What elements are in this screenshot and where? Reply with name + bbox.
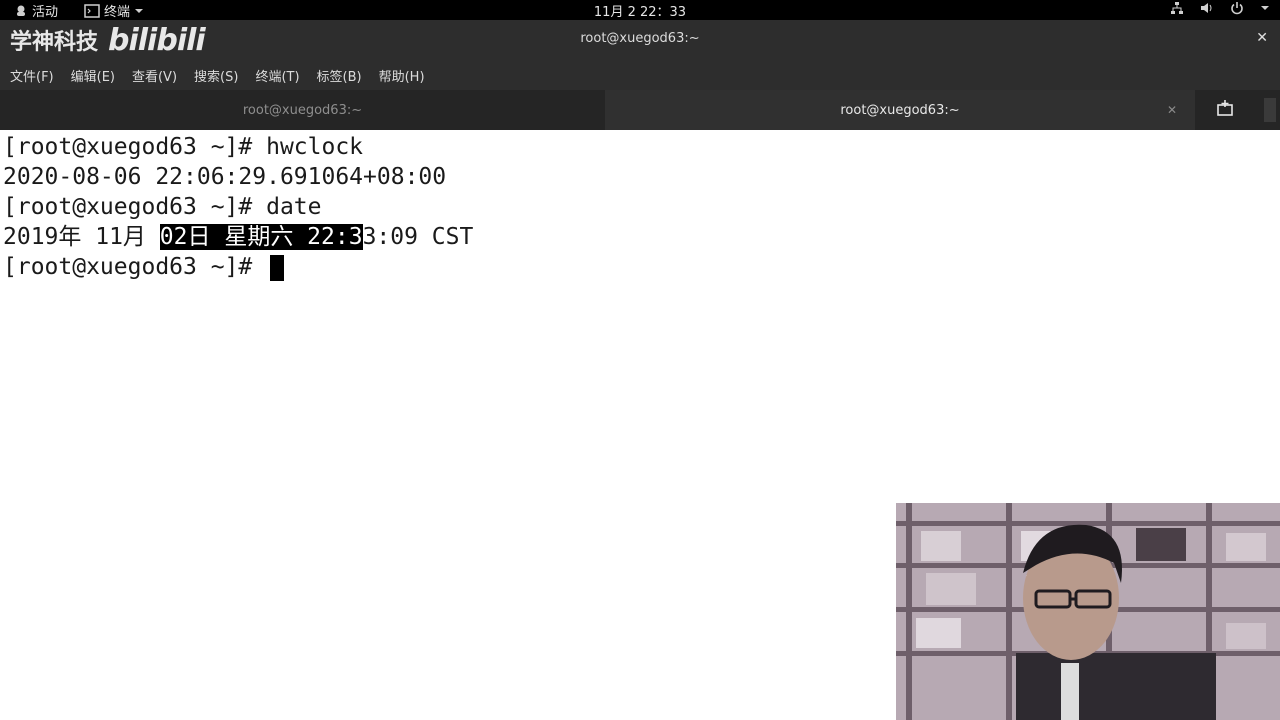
new-tab-icon [1216, 100, 1234, 120]
terminal-line: 2019年 11月 02日 星期六 22:33:09 CST [3, 222, 473, 252]
terminal-cursor [270, 254, 285, 281]
top-bar: 活动 终端 11月 2 22：33 [0, 0, 1280, 20]
terminal-line: [root@xuegod63 ~]# hwclock [3, 134, 364, 160]
window-titlebar[interactable]: 学神科技 bilibili root@xuegod63:~ ✕ [0, 20, 1280, 60]
menu-view[interactable]: 查看(V) [132, 66, 177, 85]
clock[interactable]: 11月 2 22：33 [0, 1, 1280, 20]
terminal-prompt: [root@xuegod63 ~]# [3, 254, 267, 280]
menu-file[interactable]: 文件(F) [10, 66, 54, 85]
menu-help[interactable]: 帮助(H) [379, 66, 425, 85]
menu-edit[interactable]: 编辑(E) [71, 66, 115, 85]
close-icon: ✕ [1256, 30, 1268, 46]
power-icon[interactable] [1230, 1, 1244, 15]
tab-bar: root@xuegod63:~ root@xuegod63:~ ✕ [0, 90, 1280, 130]
system-tray[interactable] [1170, 1, 1270, 15]
menu-terminal[interactable]: 终端(T) [255, 66, 299, 85]
chevron-down-icon[interactable] [1260, 1, 1270, 15]
volume-icon[interactable] [1200, 1, 1214, 15]
menu-search[interactable]: 搜索(S) [194, 66, 238, 85]
menu-tabs[interactable]: 标签(B) [317, 66, 362, 85]
date-output-prefix: 2019年 11月 [3, 224, 160, 250]
terminal-line: [root@xuegod63 ~]# date [3, 194, 322, 220]
presenter-video-image [896, 503, 1280, 720]
window-title: root@xuegod63:~ [580, 31, 700, 46]
tab-label: root@xuegod63:~ [242, 102, 363, 118]
tab-2[interactable]: root@xuegod63:~ ✕ [605, 90, 1195, 130]
tab-label: root@xuegod63:~ [840, 102, 960, 118]
new-tab-button[interactable] [1195, 90, 1255, 130]
date-output-suffix: 3:09 CST [362, 224, 474, 250]
terminal-line: 2020-08-06 22:06:29.691064+08:00 [3, 164, 447, 190]
window-close-button[interactable]: ✕ [1256, 30, 1268, 46]
selected-text[interactable]: 02日 星期六 22:3 [159, 224, 363, 250]
tab-scrollbar[interactable] [1264, 98, 1276, 122]
tab-close-button[interactable]: ✕ [1167, 103, 1177, 117]
tab-1[interactable]: root@xuegod63:~ [0, 90, 605, 130]
webcam-overlay [896, 503, 1280, 720]
terminal-prompt-line: [root@xuegod63 ~]# [3, 252, 285, 282]
menu-bar: 文件(F) 编辑(E) 查看(V) 搜索(S) 终端(T) 标签(B) 帮助(H… [0, 60, 1280, 90]
network-icon[interactable] [1170, 1, 1184, 15]
